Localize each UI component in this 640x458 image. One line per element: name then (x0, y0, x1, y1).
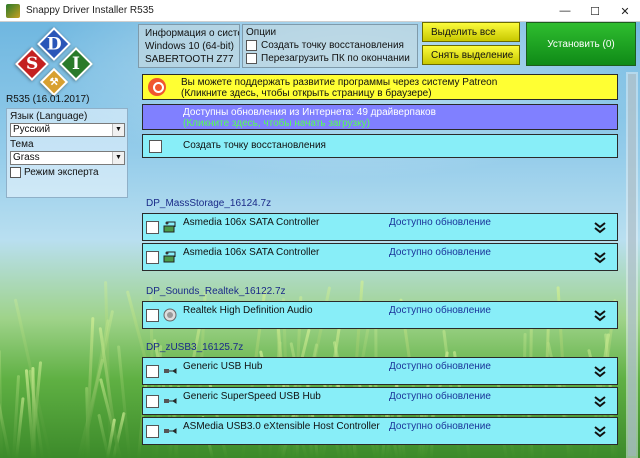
patreon-hint: (Кликните здесь, чтобы открыть страницу … (181, 88, 432, 99)
restore-point-checkbox[interactable] (246, 40, 257, 51)
app-icon (6, 3, 20, 18)
expand-chevron-icon[interactable] (593, 394, 607, 408)
expand-chevron-icon[interactable] (593, 250, 607, 264)
option-reboot[interactable]: Перезагрузить ПК по окончании (246, 52, 414, 65)
driver-name: ASMedia USB3.0 eXtensible Host Controlle… (183, 421, 380, 432)
deselect-button[interactable]: Снять выделение (422, 45, 520, 65)
select-all-button[interactable]: Выделить все (422, 22, 520, 42)
system-info-panel[interactable]: Информация о систем Windows 10 (64-bit) … (138, 24, 240, 68)
reboot-checkbox[interactable] (246, 53, 257, 64)
updates-banner[interactable]: Доступны обновления из Интернета: 49 дра… (142, 104, 618, 130)
driver-checkbox[interactable] (146, 251, 159, 264)
logo-letter-d: D (46, 34, 62, 54)
option-restore-point[interactable]: Создать точку восстановления (246, 39, 414, 52)
driver-status: Доступно обновление (389, 217, 491, 228)
expand-chevron-icon[interactable] (593, 424, 607, 438)
sysinfo-board: SABERTOOTH Z77 (145, 54, 234, 65)
install-button[interactable]: Установить (0) (526, 22, 636, 66)
theme-label: Тема (10, 139, 34, 150)
driver-name: Asmedia 106x SATA Controller (183, 217, 320, 228)
driver-name: Generic SuperSpeed USB Hub (183, 391, 321, 402)
updates-text: Доступны обновления из Интернета: 49 дра… (183, 107, 436, 118)
patreon-banner[interactable]: Вы можете поддержать развитие программы … (142, 74, 618, 100)
driver-checkbox[interactable] (146, 221, 159, 234)
close-button[interactable]: ✕ (610, 0, 640, 22)
restore-point-row[interactable]: Создать точку восстановления (142, 134, 618, 158)
window-controls: — ☐ ✕ (550, 0, 640, 22)
storage-controller-icon (163, 220, 177, 234)
patreon-text: Вы можете поддержать развитие программы … (181, 77, 498, 88)
language-select[interactable]: Русский ▼ (10, 123, 125, 137)
options-title: Опции (246, 27, 277, 38)
settings-panel: Язык (Language) Русский ▼ Тема Grass ▼ Р… (6, 108, 128, 198)
minimize-button[interactable]: — (550, 0, 580, 22)
logo-tile-s: S (15, 47, 49, 81)
driverpack-group-label: DP_Sounds_Realtek_16122.7z (146, 286, 286, 297)
logo-letter-i: I (72, 53, 80, 74)
updates-hint: (Кликните здесь, чтобы начать загрузку) (183, 118, 370, 129)
driver-row[interactable]: Generic SuperSpeed USB Hub Доступно обнов… (142, 387, 618, 415)
language-label: Язык (Language) (10, 111, 88, 122)
usb-icon (163, 364, 177, 378)
expert-mode-option[interactable]: Режим эксперта (10, 167, 124, 178)
options-panel: Опции Создать точку восстановления Перез… (242, 24, 418, 68)
driver-status: Доступно обновление (389, 421, 491, 432)
list-scrollbar[interactable] (626, 72, 638, 458)
expert-mode-checkbox[interactable] (10, 167, 21, 178)
theme-value: Grass (13, 152, 40, 163)
driver-name: Generic USB Hub (183, 361, 263, 372)
language-value: Русский (13, 124, 51, 135)
patreon-icon (148, 78, 166, 96)
chevron-down-icon: ▼ (112, 124, 124, 136)
driver-list: Вы можете поддержать развитие программы … (138, 72, 626, 458)
expand-chevron-icon[interactable] (593, 308, 607, 322)
version-label: R535 (16.01.2017) (6, 94, 90, 105)
driver-status: Доступно обновление (389, 247, 491, 258)
title-bar: Snappy Driver Installer R535 — ☐ ✕ (0, 0, 640, 22)
restore-point-row-label: Создать точку восстановления (183, 140, 326, 151)
storage-controller-icon (163, 250, 177, 264)
driver-status: Доступно обновление (389, 391, 491, 402)
usb-icon (163, 424, 177, 438)
restore-point-label: Создать точку восстановления (261, 40, 404, 51)
grass-blade (0, 349, 3, 458)
scrollbar-thumb[interactable] (628, 74, 636, 456)
sysinfo-title: Информация о систем (145, 28, 240, 39)
driver-name: Asmedia 106x SATA Controller (183, 247, 320, 258)
driver-checkbox[interactable] (146, 365, 159, 378)
logo-tile-tools: ⚒ (39, 67, 69, 97)
expert-mode-label: Режим эксперта (24, 167, 99, 178)
logo-tile-i: I (59, 47, 93, 81)
sysinfo-os: Windows 10 (64-bit) (145, 41, 234, 52)
logo-letter-s: S (25, 54, 39, 74)
theme-select[interactable]: Grass ▼ (10, 151, 125, 165)
window-title: Snappy Driver Installer R535 (26, 5, 154, 16)
maximize-button[interactable]: ☐ (580, 0, 610, 22)
driver-row[interactable]: Generic USB Hub Доступно обновление (142, 357, 618, 385)
chevron-down-icon: ▼ (112, 152, 124, 164)
driver-checkbox[interactable] (146, 395, 159, 408)
driverpack-group-label: DP_zUSB3_16125.7z (146, 342, 244, 353)
driver-row[interactable]: Realtek High Definition Audio Доступно об… (142, 301, 618, 329)
driver-name: Realtek High Definition Audio (183, 305, 313, 316)
app-client-area: D S I ⚒ R535 (16.01.2017) Язык (Language… (0, 22, 640, 458)
driver-checkbox[interactable] (146, 425, 159, 438)
expand-chevron-icon[interactable] (593, 364, 607, 378)
driver-checkbox[interactable] (146, 309, 159, 322)
driver-row[interactable]: ASMedia USB3.0 eXtensible Host Controlle… (142, 417, 618, 445)
driverpack-group-label: DP_MassStorage_16124.7z (146, 198, 272, 209)
restore-point-row-checkbox[interactable] (149, 140, 162, 153)
driver-row[interactable]: Asmedia 106x SATA Controller Доступно обн… (142, 213, 618, 241)
usb-icon (163, 394, 177, 408)
reboot-label: Перезагрузить ПК по окончании (261, 53, 410, 64)
expand-chevron-icon[interactable] (593, 220, 607, 234)
grass-blade (116, 345, 131, 458)
speaker-icon (163, 308, 177, 322)
driver-status: Доступно обновление (389, 361, 491, 372)
driver-status: Доступно обновление (389, 305, 491, 316)
driver-row[interactable]: Asmedia 106x SATA Controller Доступно обн… (142, 243, 618, 271)
